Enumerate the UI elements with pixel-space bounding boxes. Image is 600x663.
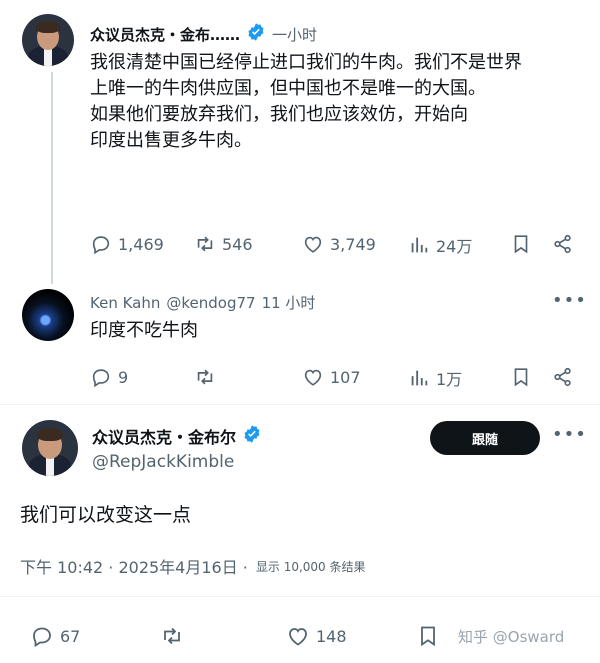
- bookmark-button[interactable]: [510, 233, 532, 255]
- tweet1-line: 上唯一的牛肉供应国，但中国也不是唯一的大国。: [90, 78, 486, 99]
- repost-button[interactable]: 546: [194, 233, 253, 255]
- like-button[interactable]: 107: [302, 366, 361, 388]
- tweet3-header: 众议员杰克・金布尔: [92, 424, 262, 448]
- follow-button[interactable]: 跟随: [430, 421, 540, 455]
- views-button[interactable]: 1万: [408, 366, 462, 390]
- author-name[interactable]: 众议员杰克・金布……: [90, 24, 240, 45]
- repost-button[interactable]: [194, 366, 216, 388]
- share-button[interactable]: [552, 366, 574, 388]
- thread-line: [51, 72, 53, 284]
- post-timestamp[interactable]: 下午 10:42 · 2025年4月16日 ·: [20, 554, 248, 578]
- bookmark-icon: [514, 368, 528, 387]
- like-count: 107: [330, 367, 361, 387]
- like-button[interactable]: 148: [286, 624, 347, 648]
- views-icon: [411, 237, 428, 253]
- verified-badge-icon: [242, 424, 262, 448]
- reply-icon: [92, 369, 110, 388]
- timestamp-row: 下午 10:42 · 2025年4月16日 · 显示 10,000 条结果: [20, 554, 366, 578]
- repost-count: 546: [222, 234, 253, 254]
- author-handle[interactable]: @kendog77: [166, 294, 255, 312]
- more-options-icon[interactable]: •••: [552, 424, 587, 445]
- like-count: 148: [316, 626, 347, 646]
- author-handle[interactable]: @RepJackKimble: [92, 452, 234, 472]
- heart-icon: [304, 369, 322, 386]
- reply-button[interactable]: 67: [30, 624, 80, 648]
- bookmark-button[interactable]: [416, 624, 440, 648]
- share-button[interactable]: [552, 233, 574, 255]
- bookmark-icon: [421, 626, 435, 647]
- reply-count: 1,469: [118, 234, 164, 254]
- avatar-jack-kimble[interactable]: [22, 420, 78, 476]
- share-icon: [554, 234, 571, 254]
- repost-icon: [164, 627, 180, 645]
- tweet1-line: 我很清楚中国已经停止进口我们的牛肉。我们不是世界: [90, 52, 522, 73]
- more-options-icon[interactable]: •••: [552, 290, 587, 311]
- heart-icon: [304, 236, 322, 253]
- post-time[interactable]: 一小时: [272, 24, 317, 45]
- share-icon: [554, 367, 571, 387]
- post-time[interactable]: 11 小时: [262, 292, 316, 313]
- divider: [0, 404, 600, 405]
- views-icon: [411, 370, 428, 386]
- reply-icon: [33, 627, 51, 648]
- reply-count: 67: [60, 626, 81, 646]
- repost-button[interactable]: [160, 624, 184, 648]
- tweet1-line: 印度出售更多牛肉。: [90, 130, 252, 151]
- watermark: 知乎 @Osward: [458, 628, 565, 646]
- reply-button[interactable]: 1,469: [90, 233, 164, 255]
- verified-badge-icon: [246, 22, 266, 46]
- tweet2-actions: 9 107 1万: [90, 366, 580, 392]
- views-count: 1万: [436, 370, 463, 389]
- avatar-jack-kimble[interactable]: [22, 14, 74, 66]
- reply-icon: [92, 236, 110, 255]
- reply-count: 9: [118, 367, 129, 387]
- bookmark-button[interactable]: [510, 366, 532, 388]
- views-count: 24万: [436, 237, 473, 256]
- views-button[interactable]: 24万: [408, 233, 472, 257]
- divider: [0, 596, 600, 597]
- views-info: 显示 10,000 条结果: [255, 559, 366, 574]
- bookmark-icon: [514, 235, 528, 254]
- tweet3-actions: 67 148 知乎 @Osward: [30, 624, 590, 650]
- avatar-ken-kahn[interactable]: [22, 289, 74, 341]
- tweet1-text: 我很清楚中国已经停止进口我们的牛肉。我们不是世界 上唯一的牛肉供应国，但中国也不…: [90, 50, 590, 154]
- tweet3-text: 我们可以改变这一点: [20, 504, 192, 526]
- like-count: 3,749: [330, 234, 376, 254]
- repost-icon: [197, 236, 213, 252]
- repost-icon: [197, 369, 213, 385]
- author-name[interactable]: Ken Kahn: [90, 294, 160, 312]
- tweet1-line: 如果他们要放弃我们，我们也应该效仿，开始向: [90, 104, 468, 125]
- like-button[interactable]: 3,749: [302, 233, 376, 255]
- tweet1-header: 众议员杰克・金布…… 一小时: [90, 22, 317, 46]
- tweet1-actions: 1,469 546 3,749 24万: [90, 233, 580, 259]
- author-name[interactable]: 众议员杰克・金布尔: [92, 424, 236, 448]
- heart-icon: [289, 628, 307, 646]
- tweet2-text: 印度不吃牛肉: [90, 320, 198, 341]
- tweet2-header: Ken Kahn @kendog77 11 小时: [90, 292, 315, 313]
- reply-button[interactable]: 9: [90, 366, 128, 388]
